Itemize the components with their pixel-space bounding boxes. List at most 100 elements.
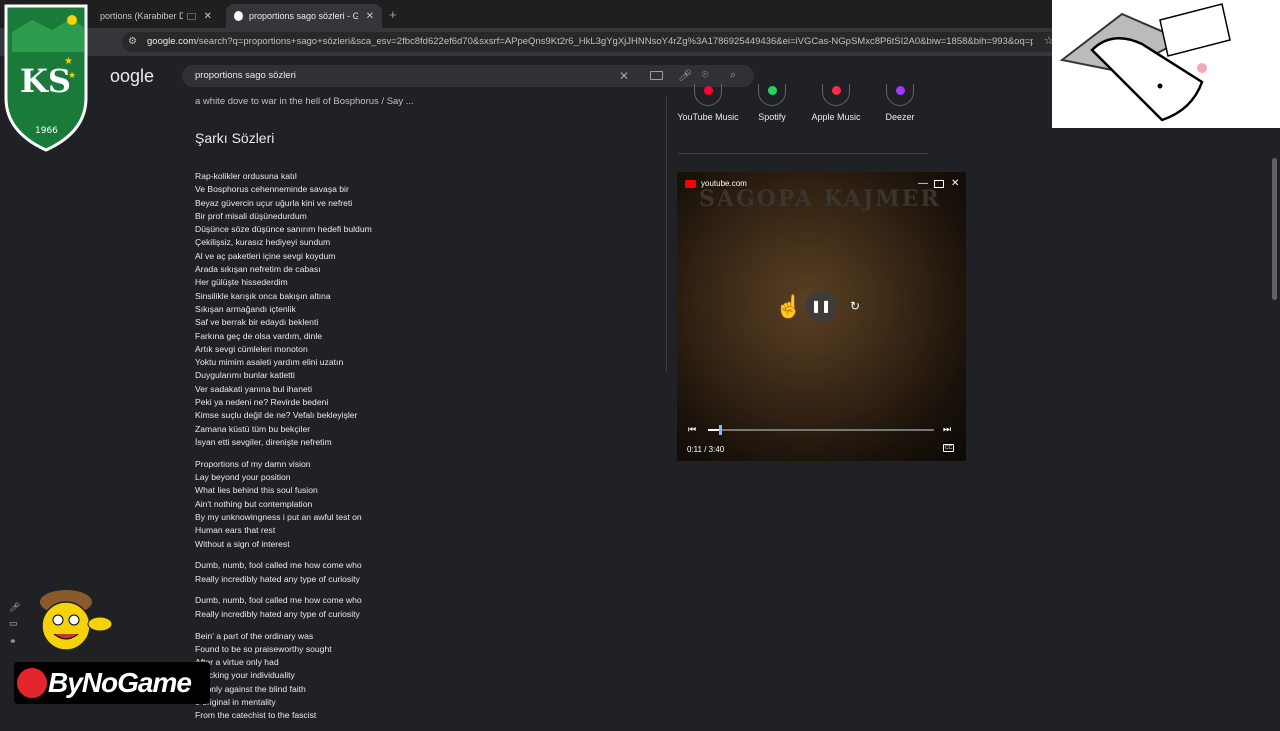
lyrics-line: as only against the blind faith <box>195 683 306 694</box>
search-input[interactable]: proportions sago sözleri <box>195 70 296 81</box>
seek-bar-fill <box>708 429 720 431</box>
lyrics-line: Human ears that rest <box>195 525 276 536</box>
bynogame-text: ByNoGame <box>48 667 192 698</box>
google-logo[interactable]: oogle <box>110 66 154 87</box>
lyrics-line: Bir prof misali düşünedurdum <box>195 210 307 221</box>
video-player[interactable]: SAGOPA KAJMER youtube.com — ✕ ☝ ❚❚ ↻ ⏮ ⏭… <box>677 172 966 461</box>
lyrics-line: Artık sevgi cümleleri monoton <box>195 343 308 354</box>
column-divider <box>666 96 667 372</box>
site-info-icon[interactable]: ⚙ <box>128 36 140 48</box>
captions-icon[interactable]: CC <box>943 444 954 452</box>
lyrics-line: Dumb, numb, fool called me how come who <box>195 560 362 571</box>
lyrics-line: Rap-kolikler ordusuna katıl <box>195 171 297 181</box>
lyrics-line: Found to be so praiseworthy sought <box>195 643 332 654</box>
tab-1-label: portions (Karabiber Dur <box>100 11 184 21</box>
lyrics-line: Lay beyond your position <box>195 472 291 483</box>
replay-icon[interactable]: ↻ <box>850 299 860 313</box>
lyrics-line: Without a sign of interest <box>195 538 290 549</box>
url-text[interactable]: google.com/search?q=proportions+sago+söz… <box>147 36 1033 47</box>
svg-text:★: ★ <box>64 56 73 67</box>
minimize-icon[interactable]: — <box>918 178 928 189</box>
tab-1[interactable]: portions (Karabiber Dur ✕ <box>92 4 220 28</box>
lyrics-line: Zamana küstü tüm bu bekçiler <box>195 423 311 434</box>
lyrics-line: Dumb, numb, fool called me how come who <box>195 595 362 606</box>
svg-text:★: ★ <box>68 70 76 80</box>
previous-track-icon[interactable]: ⏮ <box>688 424 696 435</box>
lyrics-line: Really incredibly hated any type of curi… <box>195 608 360 619</box>
lyrics-line: From the catechist to the fascist <box>195 710 317 721</box>
service-label: Apple Music <box>811 112 861 122</box>
bynogame-pen-icon <box>17 668 47 698</box>
playback-time: 0:11 / 3:40 <box>687 445 725 454</box>
lyrics-line: Saf ve berrak bir edaydı beklenti <box>195 317 319 328</box>
badge-text: KS <box>20 62 71 100</box>
lyrics-line: Peki ya nedeni ne? Revirde bedeni <box>195 397 329 408</box>
keyboard-icon[interactable] <box>650 71 663 80</box>
lyrics-stanza: Bein' a part of the ordinary was Found to… <box>195 630 635 723</box>
clear-icon[interactable]: ✕ <box>619 69 629 83</box>
lyrics-stanza: Rap-kolikler ordusuna katıl Ve Bosphorus … <box>195 170 635 449</box>
close-icon[interactable]: ✕ <box>204 11 212 22</box>
next-track-icon[interactable]: ⏭ <box>943 424 951 435</box>
search-icon[interactable]: ⌕ <box>730 69 736 82</box>
lyrics-line: By my unknowingness i put an awful test … <box>195 511 362 522</box>
lyrics-line: Ve Bosphorus cehenneminde savaşa bir <box>195 184 349 195</box>
bynogame-logo: ByNoGame <box>14 662 210 704</box>
lyrics-line: Sıkışan armağandı içtenlik <box>195 303 296 314</box>
seek-bar[interactable] <box>708 425 934 435</box>
scrollbar[interactable] <box>1272 158 1277 300</box>
pause-button[interactable]: ❚❚ <box>805 290 837 322</box>
url-domain: google.com <box>147 36 197 47</box>
microphone-icon[interactable]: 🎤︎ <box>678 69 692 82</box>
lyrics-line: İsyan etti sevgiler, direnişte nefretim <box>195 436 332 447</box>
lyrics-stanza: Proportions of my damn vision Lay beyond … <box>195 458 635 551</box>
lyrics-line: Ver sadakati yanına bul ihaneti <box>195 383 313 394</box>
lyrics-line: Beyaz güvercin uçur uğurla kini ve nefre… <box>195 197 353 208</box>
deezer-icon <box>886 84 914 106</box>
lyrics-line: Yoktu mimim asaleti yardım elini uzatın <box>195 357 344 368</box>
divider <box>678 153 928 154</box>
url-path: /search?q=proportions+sago+sözleri&sca_e… <box>196 36 1033 47</box>
youtube-music-icon <box>694 84 722 106</box>
lyrics-line: Ain't nothing but contemplation <box>195 498 313 509</box>
lyrics-line: Duygularımı bunlar katletti <box>195 370 295 381</box>
lyrics-line: Really incredibly hated any type of curi… <box>195 573 360 584</box>
microphone-icon: 🎤︎ <box>9 602 21 612</box>
monitor-icon: ▭ <box>9 618 18 628</box>
bongo-cat-overlay <box>1052 0 1280 128</box>
youtube-icon <box>685 179 696 188</box>
lyrics-line: n lacking your individuality <box>195 670 295 681</box>
service-deezer[interactable]: Deezer <box>865 84 935 124</box>
service-label: Deezer <box>885 112 915 122</box>
lyrics-line: Arada sıkışan nefretim de cabası <box>195 264 321 275</box>
link-icon: ⚭ <box>9 636 17 646</box>
player-source-label: youtube.com <box>701 179 747 188</box>
player-source: youtube.com <box>685 179 747 188</box>
album-art-title: SAGOPA KAJMER <box>699 186 941 212</box>
service-label: YouTube Music <box>677 112 739 122</box>
lyrics-line: Farkına geç de olsa vardım, dinle <box>195 330 323 341</box>
tab-2[interactable]: proportions sago sözleri - Goo ✕ <box>226 4 382 28</box>
search-box[interactable]: proportions sago sözleri ✕ 🎤︎ ⌾ ⌕ <box>182 65 754 87</box>
seek-bar-handle[interactable] <box>719 425 723 435</box>
lens-icon[interactable]: ⌾ <box>702 69 709 82</box>
lyrics-line: Sinsilikle karışık onca bakışın altına <box>195 290 331 301</box>
lyrics-line: After a virtue only had <box>195 657 279 668</box>
service-youtube-music[interactable]: YouTube Music <box>673 84 743 124</box>
lyrics-line: Çekilişsiz, kurasız hediyeyi sundum <box>195 237 331 248</box>
lyrics-line: e original in mentality <box>195 696 276 707</box>
lyrics-stanza: Dumb, numb, fool called me how come who R… <box>195 559 635 586</box>
close-icon[interactable]: ✕ <box>366 11 374 22</box>
close-icon[interactable]: ✕ <box>951 178 959 189</box>
lyrics-line: Bein' a part of the ordinary was <box>195 630 314 641</box>
lyrics-line: Düşünce söze düşünce sanırım hedefi buld… <box>195 224 372 235</box>
apple-music-icon <box>822 84 850 106</box>
expand-icon[interactable] <box>934 180 944 188</box>
new-tab-icon[interactable]: + <box>389 7 397 22</box>
lyrics-block: Rap-kolikler ordusuna katıl Ve Bosphorus … <box>195 170 635 731</box>
lyrics-heading: Şarkı Sözleri <box>195 130 275 146</box>
service-apple-music[interactable]: Apple Music <box>801 84 871 124</box>
service-spotify[interactable]: Spotify <box>737 84 807 124</box>
lyrics-line: What lies behind this soul fusion <box>195 485 318 496</box>
badge-year: 1966 <box>35 126 58 136</box>
